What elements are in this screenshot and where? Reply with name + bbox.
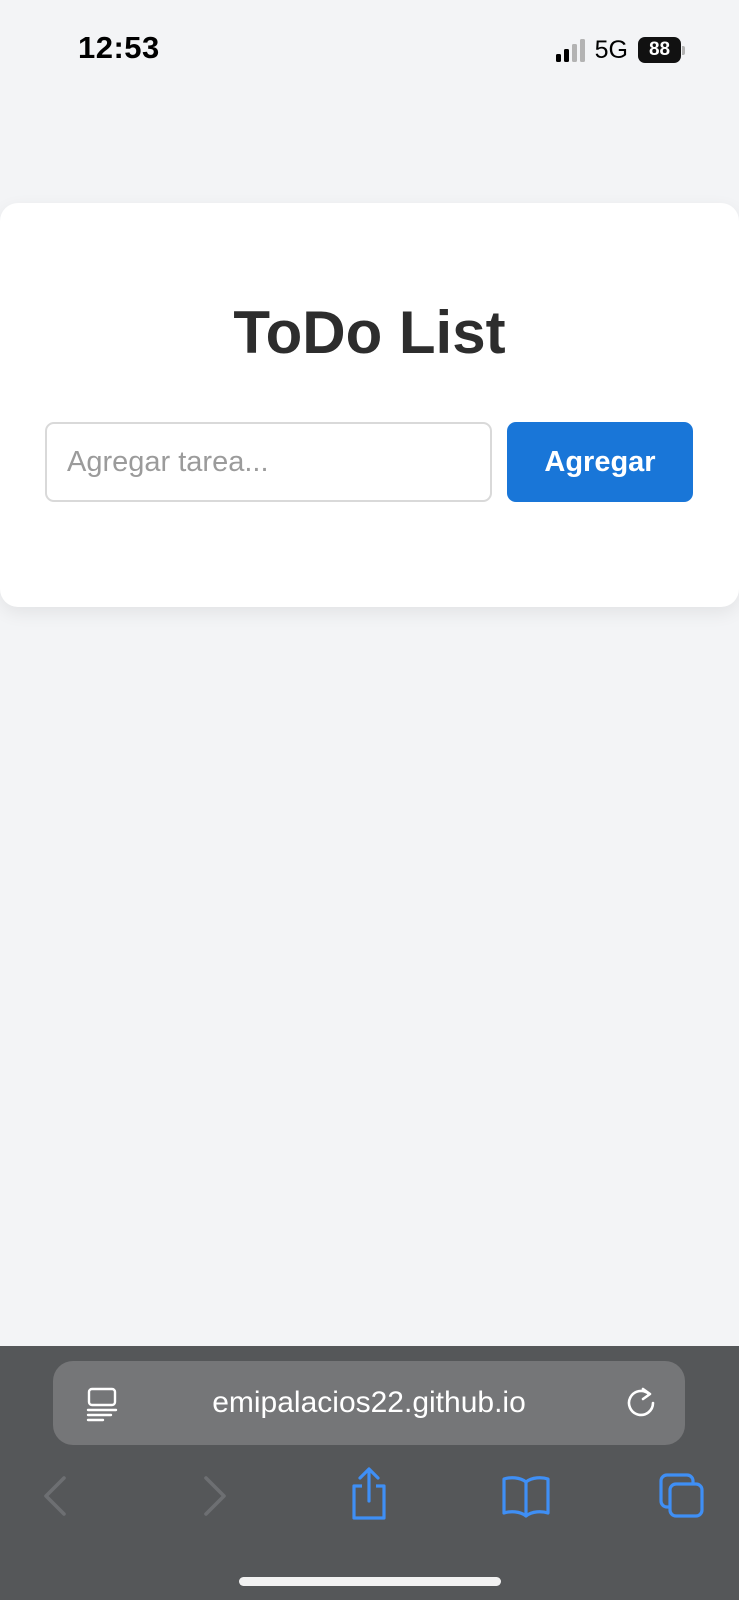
network-type: 5G <box>594 35 628 64</box>
bookmarks-icon[interactable] <box>501 1471 551 1521</box>
status-bar: 12:53 5G 88 <box>0 0 739 100</box>
home-indicator <box>239 1577 501 1586</box>
page-title: ToDo List <box>233 299 506 366</box>
reload-icon[interactable] <box>623 1385 659 1421</box>
task-input[interactable] <box>45 422 492 502</box>
cellular-signal-icon <box>555 38 585 62</box>
tabs-icon[interactable] <box>657 1471 707 1521</box>
add-task-button[interactable]: Agregar <box>507 422 693 502</box>
address-bar[interactable]: emipalacios22.github.io <box>53 1361 685 1445</box>
battery-level: 88 <box>638 37 682 63</box>
status-time: 12:53 <box>78 30 160 65</box>
todo-card: ToDo List Agregar <box>0 203 739 607</box>
share-icon[interactable] <box>344 1464 394 1524</box>
battery-icon: 88 <box>638 37 685 63</box>
browser-toolbar: emipalacios22.github.io <box>0 1346 739 1600</box>
back-icon[interactable] <box>31 1471 81 1521</box>
status-indicators: 5G 88 <box>555 35 685 64</box>
url-text: emipalacios22.github.io <box>212 1386 526 1419</box>
forward-icon[interactable] <box>189 1471 239 1521</box>
